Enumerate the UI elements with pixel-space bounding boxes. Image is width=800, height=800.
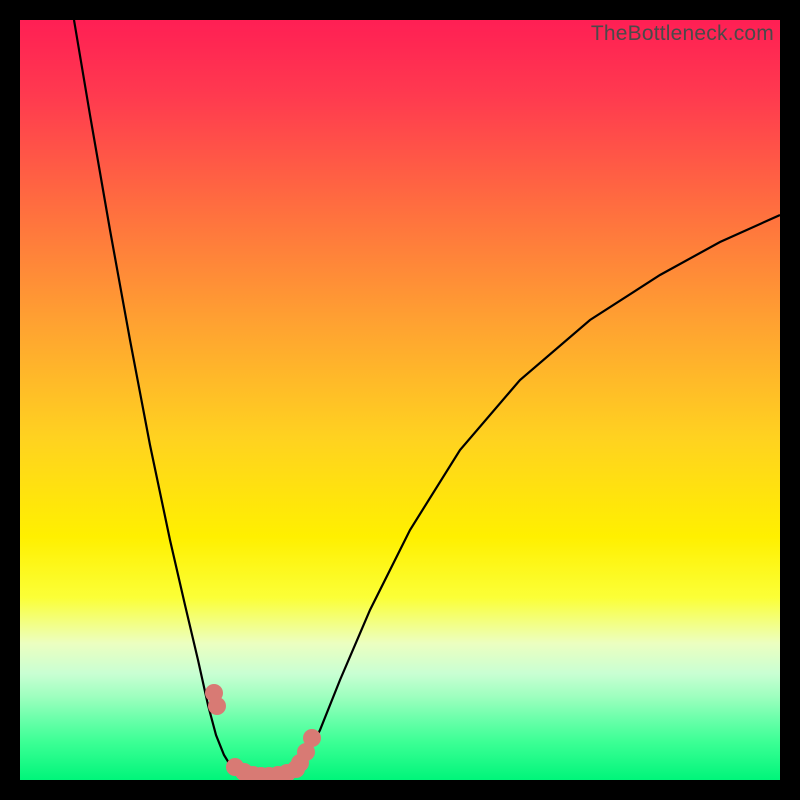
fit-marker bbox=[303, 729, 321, 747]
bottleneck-curve bbox=[20, 20, 780, 780]
curve-path bbox=[74, 20, 780, 778]
marker-group bbox=[205, 684, 321, 780]
plot-area: TheBottleneck.com bbox=[20, 20, 780, 780]
fit-marker bbox=[208, 697, 226, 715]
